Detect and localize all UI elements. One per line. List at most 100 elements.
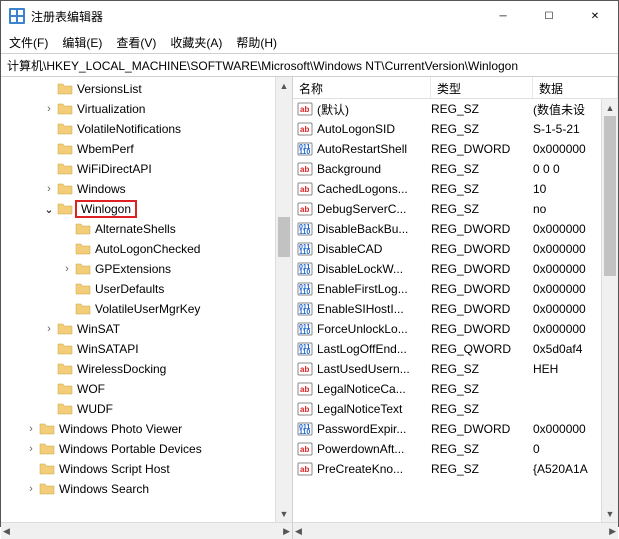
chevron-right-icon[interactable]: › <box>23 443 39 455</box>
value-row[interactable]: 011110PasswordExpir...REG_DWORD0x000000 <box>293 419 618 439</box>
svg-text:ab: ab <box>300 385 309 394</box>
value-row[interactable]: 011110AutoRestartShellREG_DWORD0x000000 <box>293 139 618 159</box>
value-row[interactable]: 011110DisableCADREG_DWORD0x000000 <box>293 239 618 259</box>
tree-item[interactable]: ›Windows <box>1 179 292 199</box>
value-row[interactable]: abPreCreateKno...REG_SZ{A520A1A <box>293 459 618 479</box>
svg-text:110: 110 <box>299 329 310 336</box>
tree-item[interactable]: WOF <box>1 379 292 399</box>
horizontal-scrollbars: ◀▶ ◀▶ <box>1 522 618 539</box>
column-data[interactable]: 数据 <box>533 77 618 98</box>
minimize-button[interactable]: ─ <box>480 1 526 31</box>
tree-item-label: VersionsList <box>77 82 142 96</box>
value-type: REG_DWORD <box>431 222 533 236</box>
scrollbar-thumb[interactable] <box>604 116 616 276</box>
tree-scrollbar-vertical[interactable]: ▲ ▼ <box>275 77 292 522</box>
menubar: 文件(F) 编辑(E) 查看(V) 收藏夹(A) 帮助(H) <box>1 31 618 53</box>
tree-item[interactable]: VolatileNotifications <box>1 119 292 139</box>
tree-scrollbar-horizontal[interactable]: ◀▶ <box>1 522 293 539</box>
list-scrollbar-vertical[interactable]: ▲ ▼ <box>601 99 618 522</box>
scroll-down-icon[interactable]: ▼ <box>602 505 618 522</box>
address-bar[interactable]: 计算机\HKEY_LOCAL_MACHINE\SOFTWARE\Microsof… <box>1 53 618 77</box>
scrollbar-thumb[interactable] <box>278 217 290 257</box>
close-button[interactable]: ✕ <box>572 1 618 31</box>
tree-item-label: AutoLogonChecked <box>95 242 200 256</box>
tree-item[interactable]: UserDefaults <box>1 279 292 299</box>
tree-item[interactable]: ›Windows Portable Devices <box>1 439 292 459</box>
value-name: PreCreateKno... <box>317 462 431 476</box>
chevron-right-icon[interactable]: › <box>23 423 39 435</box>
tree-pane: VersionsList ›VirtualizationVolatileNotif… <box>1 77 293 522</box>
tree-item[interactable]: ›Virtualization <box>1 99 292 119</box>
menu-favorites[interactable]: 收藏夹(A) <box>170 34 222 51</box>
svg-text:ab: ab <box>300 185 309 194</box>
scroll-down-icon[interactable]: ▼ <box>276 505 292 522</box>
tree-item[interactable]: WirelessDocking <box>1 359 292 379</box>
value-row[interactable]: 011110EnableFirstLog...REG_DWORD0x000000 <box>293 279 618 299</box>
tree-item[interactable]: ›WinSAT <box>1 319 292 339</box>
folder-icon <box>39 482 55 496</box>
tree-item[interactable]: AlternateShells <box>1 219 292 239</box>
value-row[interactable]: abAutoLogonSIDREG_SZS-1-5-21 <box>293 119 618 139</box>
value-row[interactable]: abPowerdownAft...REG_SZ0 <box>293 439 618 459</box>
tree-item[interactable]: AutoLogonChecked <box>1 239 292 259</box>
value-type: REG_DWORD <box>431 322 533 336</box>
binary-value-icon: 011110 <box>297 261 313 277</box>
value-row[interactable]: abBackgroundREG_SZ0 0 0 <box>293 159 618 179</box>
chevron-right-icon[interactable]: › <box>41 183 57 195</box>
maximize-button[interactable]: ☐ <box>526 1 572 31</box>
value-type: REG_DWORD <box>431 242 533 256</box>
value-name: PowerdownAft... <box>317 442 431 456</box>
address-text: 计算机\HKEY_LOCAL_MACHINE\SOFTWARE\Microsof… <box>7 57 518 74</box>
list-scrollbar-horizontal[interactable]: ◀▶ <box>293 522 618 539</box>
tree-item[interactable]: WiFiDirectAPI <box>1 159 292 179</box>
chevron-right-icon[interactable]: › <box>41 323 57 335</box>
svg-text:110: 110 <box>299 289 310 296</box>
svg-text:110: 110 <box>299 229 310 236</box>
tree-item[interactable]: ›Windows Photo Viewer <box>1 419 292 439</box>
registry-tree[interactable]: VersionsList ›VirtualizationVolatileNotif… <box>1 77 292 499</box>
value-name: PasswordExpir... <box>317 422 431 436</box>
tree-item[interactable]: VolatileUserMgrKey <box>1 299 292 319</box>
tree-item[interactable]: WinSATAPI <box>1 339 292 359</box>
chevron-down-icon[interactable]: ⌄ <box>41 203 57 216</box>
scroll-up-icon[interactable]: ▲ <box>602 99 618 116</box>
chevron-right-icon[interactable]: › <box>59 263 75 275</box>
value-row[interactable]: 011110DisableBackBu...REG_DWORD0x000000 <box>293 219 618 239</box>
tree-item-label: VolatileUserMgrKey <box>95 302 200 316</box>
string-value-icon: ab <box>297 461 313 477</box>
string-value-icon: ab <box>297 161 313 177</box>
value-row[interactable]: abDebugServerC...REG_SZno <box>293 199 618 219</box>
tree-item[interactable]: › GPExtensions <box>1 259 292 279</box>
menu-file[interactable]: 文件(F) <box>9 34 48 51</box>
value-row[interactable]: abLastUsedUsern...REG_SZHEH <box>293 359 618 379</box>
tree-item[interactable]: ⌄Winlogon <box>1 199 292 219</box>
menu-view[interactable]: 查看(V) <box>116 34 156 51</box>
value-type: REG_DWORD <box>431 422 533 436</box>
tree-item[interactable]: ›Windows Search <box>1 479 292 499</box>
chevron-right-icon[interactable]: › <box>23 483 39 495</box>
value-row[interactable]: 011110DisableLockW...REG_DWORD0x000000 <box>293 259 618 279</box>
value-row[interactable]: ab(默认)REG_SZ(数值未设 <box>293 99 618 119</box>
value-list[interactable]: ab(默认)REG_SZ(数值未设abAutoLogonSIDREG_SZS-1… <box>293 99 618 479</box>
value-row[interactable]: abLegalNoticeCa...REG_SZ <box>293 379 618 399</box>
chevron-right-icon[interactable]: › <box>41 103 57 115</box>
column-type[interactable]: 类型 <box>431 77 533 98</box>
folder-icon <box>57 142 73 156</box>
menu-help[interactable]: 帮助(H) <box>236 34 277 51</box>
menu-edit[interactable]: 编辑(E) <box>62 34 102 51</box>
value-row[interactable]: 011110EnableSIHostI...REG_DWORD0x000000 <box>293 299 618 319</box>
tree-item-label: GPExtensions <box>95 262 171 276</box>
tree-item[interactable]: WUDF <box>1 399 292 419</box>
scroll-up-icon[interactable]: ▲ <box>276 77 292 94</box>
column-name[interactable]: 名称 <box>293 77 431 98</box>
tree-item-label: WOF <box>77 382 105 396</box>
app-icon <box>9 8 25 24</box>
tree-item[interactable]: VersionsList <box>1 79 292 99</box>
value-row[interactable]: 011110ForceUnlockLo...REG_DWORD0x000000 <box>293 319 618 339</box>
tree-item[interactable]: Windows Script Host <box>1 459 292 479</box>
tree-item[interactable]: WbemPerf <box>1 139 292 159</box>
value-row[interactable]: 011110LastLogOffEnd...REG_QWORD0x5d0af4 <box>293 339 618 359</box>
tree-item-label: UserDefaults <box>95 282 164 296</box>
value-row[interactable]: abCachedLogons...REG_SZ10 <box>293 179 618 199</box>
value-row[interactable]: abLegalNoticeTextREG_SZ <box>293 399 618 419</box>
